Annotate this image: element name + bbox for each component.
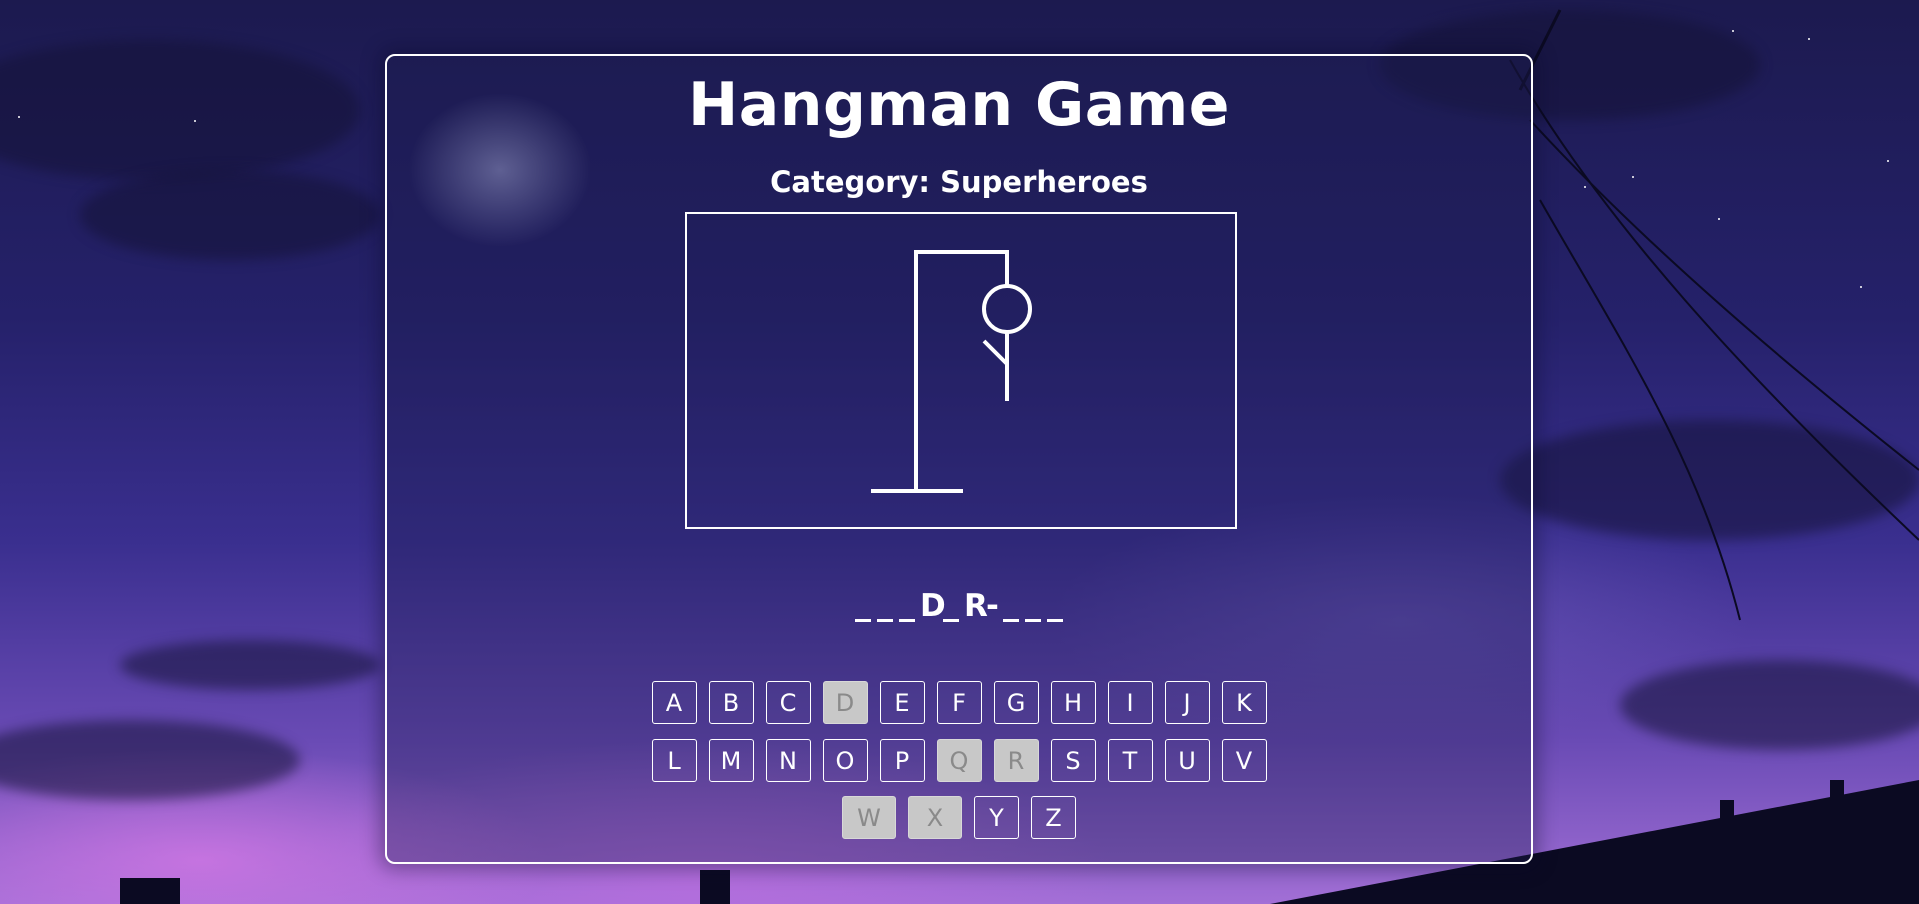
word-blank [899, 611, 915, 622]
word-blank [1025, 611, 1041, 622]
category-label: Category: Superheroes [770, 165, 1148, 199]
word-letter: R [964, 588, 988, 624]
key-s[interactable]: S [1050, 739, 1096, 782]
page-title: Hangman Game [688, 70, 1230, 140]
key-l[interactable]: L [651, 739, 697, 782]
key-c[interactable]: C [765, 681, 811, 724]
key-o[interactable]: O [822, 739, 868, 782]
key-w[interactable]: W [842, 796, 896, 839]
key-y[interactable]: Y [974, 796, 1019, 839]
hangman-drawing [685, 212, 1237, 529]
word-blank [943, 611, 959, 622]
key-d[interactable]: D [822, 681, 868, 724]
word-blank [1047, 611, 1063, 622]
keyboard-row-2: LMNOPQRSTUV [387, 739, 1531, 782]
hangman-left-arm [982, 339, 1009, 366]
hangman-head [982, 284, 1032, 334]
keyboard-row-1: ABCDEFGHIJK [387, 681, 1531, 724]
key-i[interactable]: I [1107, 681, 1153, 724]
key-j[interactable]: J [1164, 681, 1210, 724]
key-k[interactable]: K [1221, 681, 1267, 724]
game-card: Hangman Game Category: Superheroes DR- A… [385, 54, 1533, 864]
key-h[interactable]: H [1050, 681, 1096, 724]
key-z[interactable]: Z [1031, 796, 1076, 839]
word-letter: D [920, 588, 946, 624]
key-b[interactable]: B [708, 681, 754, 724]
key-p[interactable]: P [879, 739, 925, 782]
word-blank [877, 611, 893, 622]
word-hyphen: - [986, 588, 999, 624]
key-g[interactable]: G [993, 681, 1039, 724]
key-m[interactable]: M [708, 739, 754, 782]
key-r[interactable]: R [993, 739, 1039, 782]
key-x[interactable]: X [908, 796, 962, 839]
key-n[interactable]: N [765, 739, 811, 782]
key-u[interactable]: U [1164, 739, 1210, 782]
word-blank [1003, 611, 1019, 622]
key-e[interactable]: E [879, 681, 925, 724]
word-blank [855, 611, 871, 622]
word-display: DR- [387, 586, 1531, 626]
key-f[interactable]: F [936, 681, 982, 724]
key-t[interactable]: T [1107, 739, 1153, 782]
key-a[interactable]: A [651, 681, 697, 724]
key-v[interactable]: V [1221, 739, 1267, 782]
key-q[interactable]: Q [936, 739, 982, 782]
keyboard-row-3: WXYZ [387, 796, 1531, 839]
